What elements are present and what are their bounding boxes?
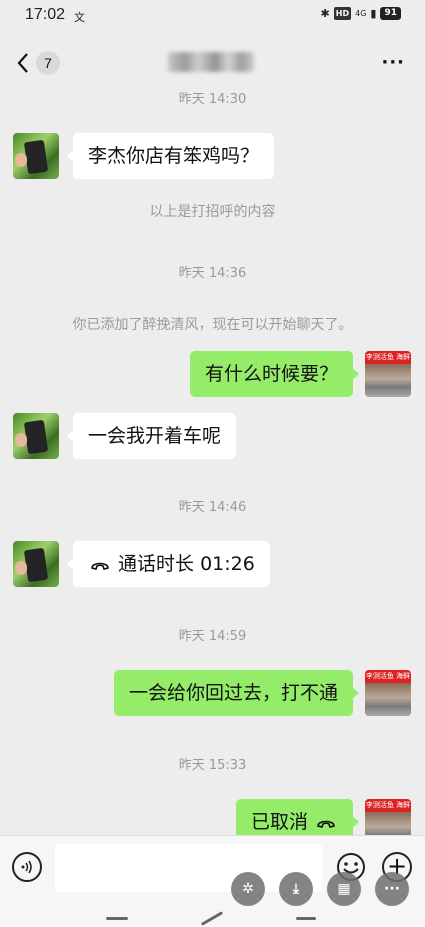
back-gesture-icon[interactable] [296,917,316,920]
call-record-incoming[interactable]: 通话时长 01:26 [67,541,270,587]
status-time: 17:02 [25,6,66,23]
avatar-sign-text: 李测活鱼 海鲜 [365,670,411,683]
chevron-left-icon [17,53,28,73]
sparkle-icon[interactable]: ✲ [231,872,265,906]
call-duration-text: 通话时长 01:26 [118,553,255,575]
system-message: 你已添加了醉挽清风，现在可以开始聊天了。 [72,317,353,333]
system-message: 以上是打招呼的内容 [149,204,276,220]
message-bubble-incoming[interactable]: 李杰你店有笨鸡吗？ [66,133,275,179]
battery-level: 91 [380,7,401,20]
bluetooth-icon: ✱ [320,7,330,20]
timestamp: 昨天 15:33 [178,758,247,773]
contact-avatar[interactable] [13,133,59,179]
avatar-sign-text: 李测活鱼 海鲜 [365,799,411,812]
timestamp: 昨天 14:46 [178,500,247,515]
timestamp: 昨天 14:59 [178,629,247,644]
call-cancelled-text: 已取消 [250,811,308,833]
contact-avatar[interactable] [13,541,59,587]
hd-badge: HD [333,7,352,20]
download-icon[interactable]: ⤓ [279,872,313,906]
contact-avatar[interactable] [13,413,59,459]
chat-header: 7 ··· [0,40,425,86]
back-button[interactable]: 7 [16,51,62,75]
avatar-sign-text: 李测活鱼 海鲜 [365,351,411,364]
network-label: 4G [355,8,367,18]
message-bubble-outgoing[interactable]: 一会给你回过去，打不通 [113,670,360,716]
phone-icon [91,562,109,570]
notification-icon: 文 [74,11,85,24]
timestamp: 昨天 14:36 [178,266,247,281]
message-bubble-incoming[interactable]: 一会我开着车呢 [66,413,237,459]
status-icons: ✱ HD 4G ▮ 91 [321,7,401,20]
phone-icon [317,820,335,828]
chat-title-blurred [168,52,254,72]
my-avatar[interactable]: 李测活鱼 海鲜 [365,670,411,716]
message-bubble-outgoing[interactable]: 有什么时候要？ [189,351,360,397]
voice-input-icon[interactable] [12,852,42,882]
home-gesture-icon[interactable] [200,911,224,926]
grid-icon[interactable]: ▦ [327,872,361,906]
more-dots-icon[interactable]: ··· [375,872,409,906]
my-avatar[interactable]: 李测活鱼 海鲜 [365,351,411,397]
floating-toolbar: ✲ ⤓ ▦ ··· [231,872,409,906]
timestamp: 昨天 14:30 [178,92,247,107]
unread-count-badge: 7 [36,51,60,75]
more-dots-icon[interactable]: ··· [381,52,405,73]
signal-icon: ▮ [370,7,377,20]
system-gesture-bar [0,911,425,927]
menu-gesture-icon[interactable] [106,917,128,920]
status-bar: 17:02 文 ✱ HD 4G ▮ 91 [0,0,425,30]
